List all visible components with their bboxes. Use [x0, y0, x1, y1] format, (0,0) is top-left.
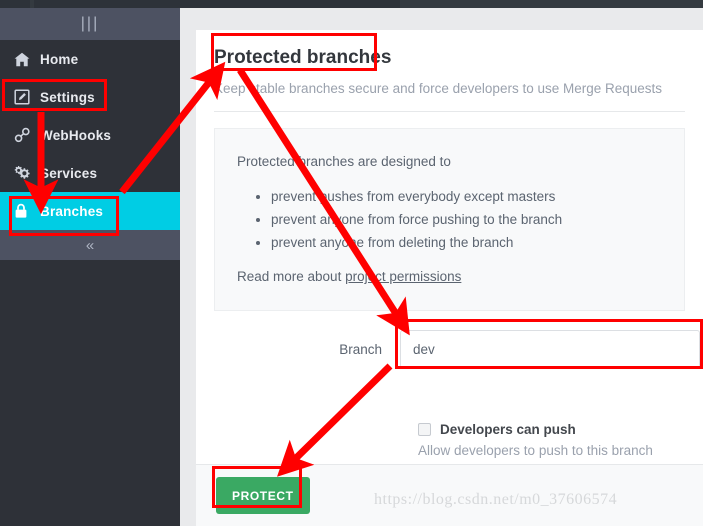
grip-lines-vertical-icon: |||: [80, 15, 100, 32]
sidebar-item-home-label: Home: [40, 51, 79, 67]
read-more-line: Read more about project permissions: [237, 266, 684, 288]
lock-icon: [14, 201, 40, 221]
edit-pencil-square-icon: [14, 87, 40, 107]
list-item: prevent anyone from deleting the branch: [271, 231, 684, 254]
page-subtitle: Keep stable branches secure and force de…: [214, 81, 663, 96]
top-strip-segment-left: [0, 0, 30, 8]
card-header: Protected branches Keep stable branches …: [196, 30, 703, 112]
developers-can-push-group: Developers can push Allow developers to …: [418, 422, 703, 458]
page-title: Protected branches: [214, 47, 392, 68]
project-permissions-link[interactable]: project permissions: [345, 269, 461, 284]
home-icon: [14, 49, 40, 69]
developers-can-push-line: Developers can push: [418, 422, 703, 437]
watermark-text: https://blog.csdn.net/m0_37606574: [374, 491, 618, 508]
chevron-double-left-icon: «: [85, 236, 95, 254]
sidebar: ||| Home Settings WebHooks Services Bran…: [0, 8, 180, 526]
link-chain-icon: [14, 125, 40, 145]
sidebar-item-webhooks[interactable]: WebHooks: [0, 116, 180, 154]
sidebar-item-webhooks-label: WebHooks: [40, 127, 112, 143]
header-divider: [214, 111, 685, 112]
protect-button[interactable]: PROTECT: [216, 477, 310, 514]
sidebar-item-services-label: Services: [40, 165, 98, 181]
branch-input[interactable]: [400, 330, 700, 368]
sidebar-nav: Home Settings WebHooks Services Branches: [0, 40, 180, 230]
sidebar-item-settings-label: Settings: [40, 89, 95, 105]
card-footer: PROTECT https://blog.csdn.net/m0_3760657…: [196, 464, 703, 526]
top-strip-segment-mid: [34, 0, 400, 8]
sidebar-header[interactable]: |||: [0, 8, 180, 40]
gears-icon: [14, 163, 40, 183]
main-area: Protected branches Keep stable branches …: [180, 8, 703, 526]
app-root: ||| Home Settings WebHooks Services Bran…: [0, 0, 703, 526]
list-item: prevent anyone from force pushing to the…: [271, 208, 684, 231]
info-panel: Protected branches are designed to preve…: [214, 128, 685, 311]
developers-can-push-label: Developers can push: [440, 422, 576, 437]
sidebar-item-branches[interactable]: Branches: [0, 192, 180, 230]
list-item: prevent pushes from everybody except mas…: [271, 185, 684, 208]
sidebar-collapse-toggle[interactable]: «: [0, 230, 180, 260]
sidebar-item-services[interactable]: Services: [0, 154, 180, 192]
top-window-strip: [0, 0, 703, 8]
branch-label: Branch: [339, 341, 382, 357]
developers-can-push-checkbox[interactable]: [418, 423, 431, 436]
read-more-prefix: Read more about: [237, 269, 346, 284]
content-card: Protected branches Keep stable branches …: [196, 30, 703, 526]
sidebar-item-branches-label: Branches: [40, 203, 104, 219]
developers-can-push-help: Allow developers to push to this branch: [418, 443, 653, 458]
info-bullet-list: prevent pushes from everybody except mas…: [271, 185, 684, 254]
info-intro: Protected branches are designed to: [237, 154, 451, 169]
branch-form-row: Branch: [196, 330, 703, 368]
sidebar-item-settings[interactable]: Settings: [0, 78, 180, 116]
sidebar-item-home[interactable]: Home: [0, 40, 180, 78]
